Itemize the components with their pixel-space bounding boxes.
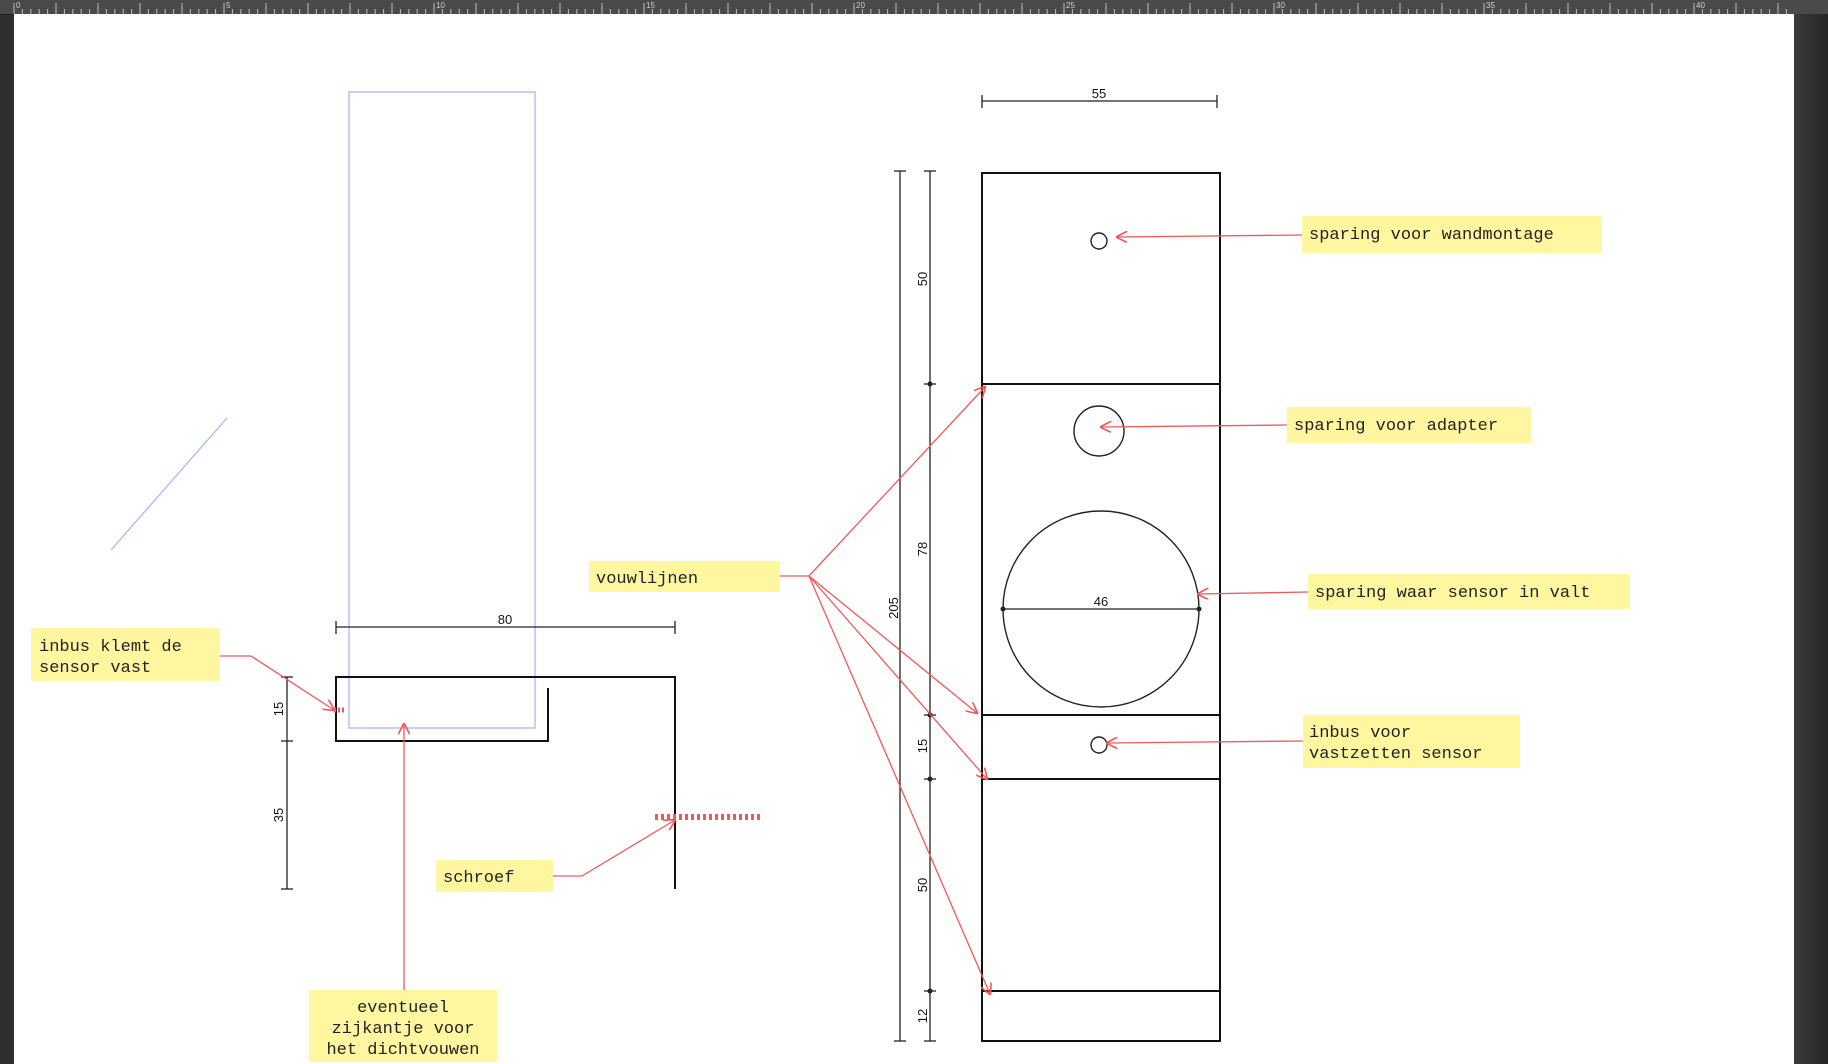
note-line: inbus klemt de: [39, 638, 182, 657]
dimension-label: 50: [915, 272, 930, 286]
side-profile[interactable]: [335, 676, 676, 889]
note-line: sensor vast: [39, 659, 151, 678]
wall-mount-hole: [1090, 232, 1108, 250]
note-line: inbus voor: [1309, 724, 1411, 743]
dimension-label: 15: [915, 739, 930, 753]
note-sensor-valt[interactable]: sparing waar sensor in valt: [1308, 574, 1630, 609]
note-line: sparing voor wandmontage: [1309, 226, 1554, 245]
dimension-55: 55: [981, 86, 1218, 108]
arrow-vouwlijn-1b: [808, 387, 985, 577]
note-line: zijkantje voor: [332, 1020, 475, 1039]
note-eventueel[interactable]: eventueel zijkantje voor het dichtvouwen: [309, 990, 497, 1062]
note-inbus-vastzetten[interactable]: inbus voor vastzetten sensor: [1303, 715, 1520, 768]
dimension-label: 78: [915, 542, 930, 556]
dimension-label: 35: [271, 808, 286, 822]
note-schroef[interactable]: schroef: [436, 860, 553, 892]
dimension-label: 12: [915, 1009, 930, 1023]
profile-outline: [335, 676, 676, 889]
arrow-inbus-vastzetten: [1107, 741, 1304, 743]
note-inbus-klemt[interactable]: inbus klemt de sensor vast: [31, 628, 220, 681]
selection-rectangle[interactable]: [348, 91, 536, 729]
dimension-vertical-left: 15 35: [271, 676, 293, 890]
note-line: sparing waar sensor in valt: [1315, 584, 1590, 603]
dimension-label: 55: [1092, 86, 1106, 101]
arrow-wandmontage: [1117, 235, 1303, 237]
dimension-label: 80: [498, 612, 512, 627]
note-line: sparing voor adapter: [1294, 417, 1498, 436]
arrow-vouwlijn-2: [808, 575, 977, 713]
adapter-hole: [1073, 405, 1125, 457]
dimension-label: 46: [1094, 594, 1108, 609]
arrow-schroef: [553, 820, 675, 877]
technical-drawing[interactable]: 80 15 35 46 55 205 50 78 15 50 12 inbus …: [0, 0, 1828, 1064]
dimension-205: 205: [886, 170, 906, 1042]
front-panel[interactable]: 46: [981, 172, 1221, 1042]
note-line: vastzetten sensor: [1309, 745, 1482, 764]
dimension-label: 15: [271, 702, 286, 716]
arrow-adapter: [1101, 425, 1288, 427]
dimension-label: 50: [915, 878, 930, 892]
dimension-segments: 50 78 15 50 12: [915, 170, 936, 1042]
note-vouwlijnen[interactable]: vouwlijnen: [589, 561, 780, 592]
dimension-label: 205: [886, 597, 901, 619]
note-line: eventueel: [357, 999, 449, 1018]
note-line: schroef: [443, 869, 514, 888]
arrow-sensor-valt: [1198, 592, 1309, 594]
dimension-80: 80: [335, 612, 676, 634]
note-line: vouwlijnen: [596, 570, 698, 589]
note-line: het dichtvouwen: [326, 1041, 479, 1060]
note-adapter[interactable]: sparing voor adapter: [1287, 407, 1531, 443]
inbus-hole: [1090, 736, 1108, 754]
selection-guide-line: [110, 417, 228, 551]
note-wandmontage[interactable]: sparing voor wandmontage: [1302, 216, 1602, 253]
leader-arrows: [220, 235, 1309, 994]
